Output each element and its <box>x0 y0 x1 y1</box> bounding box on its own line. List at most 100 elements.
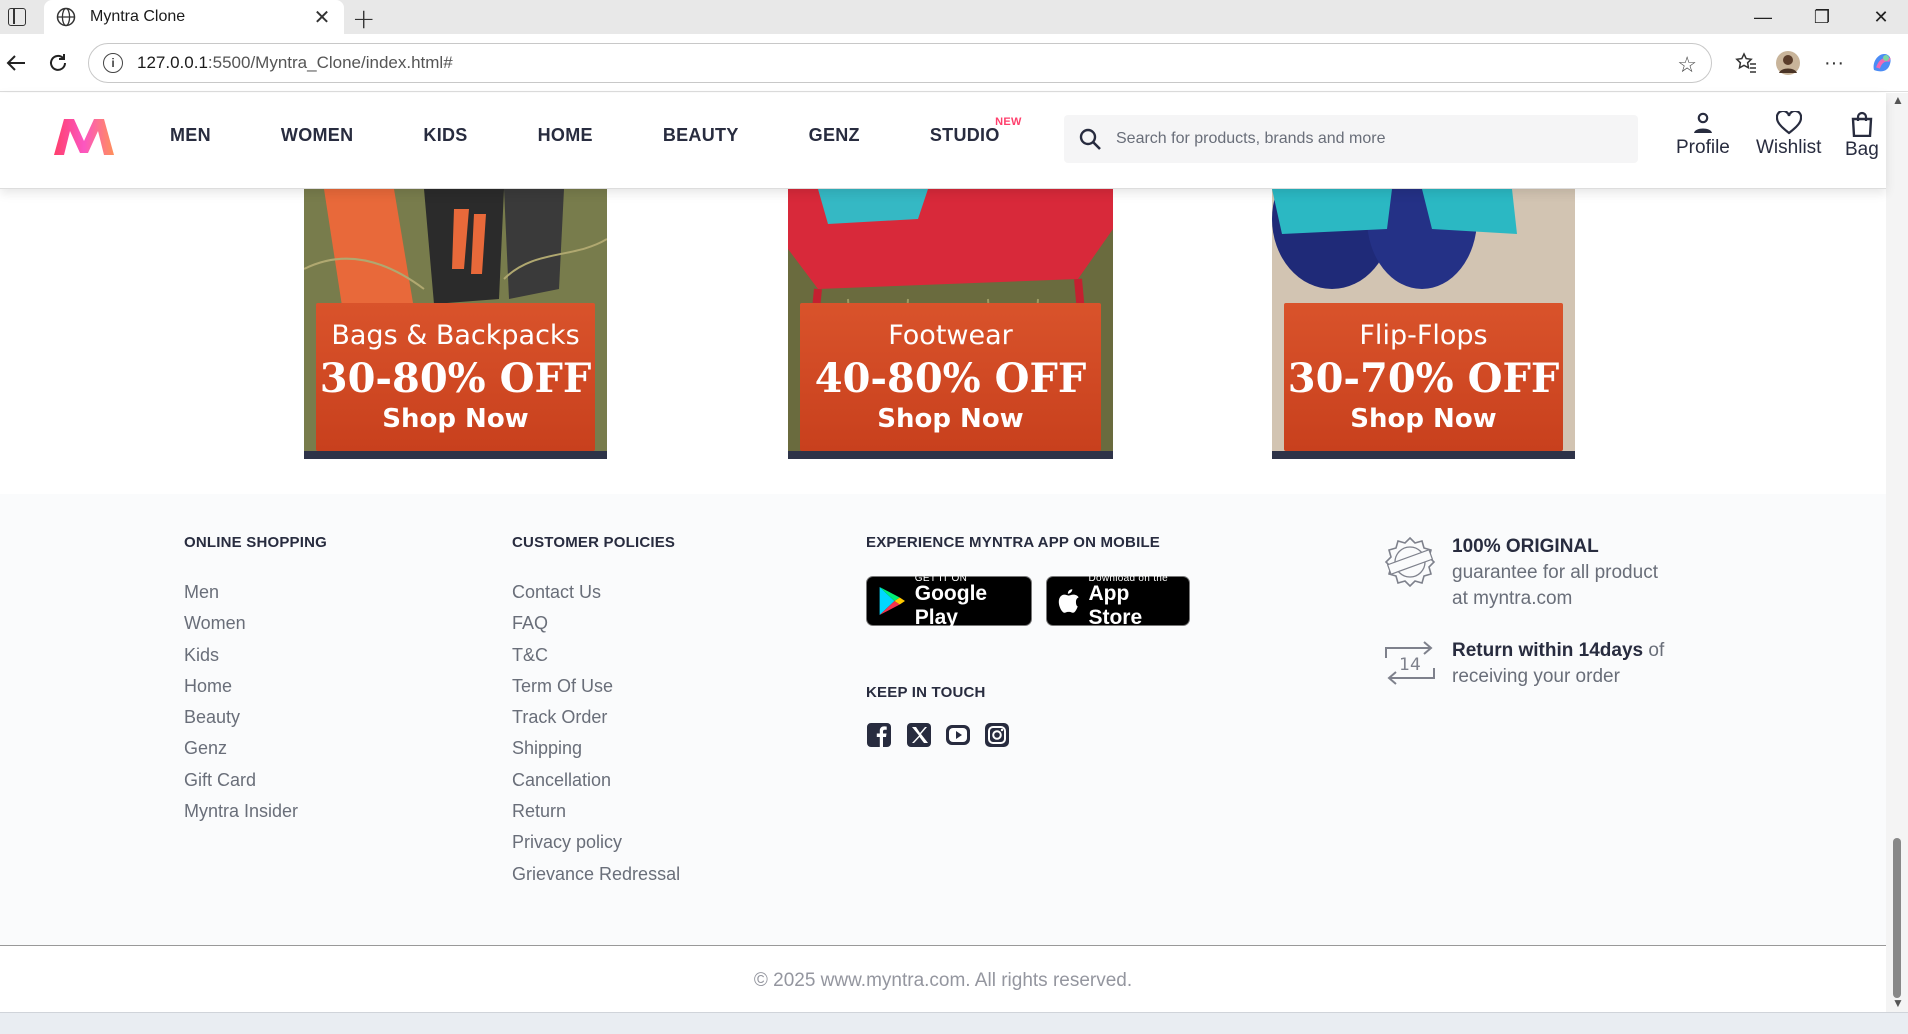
customer-policies-heading: CUSTOMER POLICIES <box>512 534 676 551</box>
youtube-icon[interactable] <box>945 722 971 748</box>
google-play-button[interactable]: GET IT ON Google Play <box>866 573 1032 629</box>
app-store-big: App Store <box>1088 581 1143 629</box>
footer-link-return[interactable]: Return <box>512 796 680 827</box>
menu-women[interactable]: WOMEN <box>281 125 354 146</box>
banner-title: Footwear <box>888 320 1013 351</box>
footer-link-privacy-policy[interactable]: Privacy policy <box>512 827 680 858</box>
heart-icon <box>1775 111 1802 135</box>
restore-icon[interactable]: ❐ <box>1795 0 1849 34</box>
footer-link-home[interactable]: Home <box>184 671 327 702</box>
menu-home[interactable]: HOME <box>538 125 593 146</box>
minimize-icon[interactable]: — <box>1736 0 1790 34</box>
offer-banners: Bags & Backpacks 30-80% OFF Shop Now Foo… <box>0 189 1886 494</box>
footer-link-track-order[interactable]: Track Order <box>512 702 680 733</box>
back-icon[interactable] <box>0 47 32 79</box>
bag-label: Bag <box>1845 139 1879 160</box>
footer-link-tnc[interactable]: T&C <box>512 640 680 671</box>
app-heading: EXPERIENCE MYNTRA APP ON MOBILE <box>866 534 1161 551</box>
footer-link-men[interactable]: Men <box>184 577 327 608</box>
search-input[interactable] <box>1116 130 1596 148</box>
shop-now-link[interactable]: Shop Now <box>1350 404 1496 434</box>
bag-icon <box>1851 111 1873 137</box>
banner-footwear[interactable]: Footwear 40-80% OFF Shop Now <box>788 189 1113 459</box>
menu-beauty[interactable]: BEAUTY <box>663 125 739 146</box>
banner-panel: Flip-Flops 30-70% OFF Shop Now <box>1284 303 1563 451</box>
banner-bags-backpacks[interactable]: Bags & Backpacks 30-80% OFF Shop Now <box>304 189 607 459</box>
online-shopping-heading: ONLINE SHOPPING <box>184 534 328 551</box>
scrollbar-thumb[interactable] <box>1893 838 1901 998</box>
shop-now-link[interactable]: Shop Now <box>877 404 1023 434</box>
user-avatar-icon[interactable] <box>1772 47 1804 79</box>
original-guarantee: 100% ORIGINAL guarantee for all product … <box>1380 534 1658 612</box>
instagram-icon[interactable] <box>984 722 1010 748</box>
footer-link-terms-of-use[interactable]: Term Of Use <box>512 671 680 702</box>
return-title: Return within 14days <box>1452 640 1644 661</box>
banner-panel: Footwear 40-80% OFF Shop Now <box>800 303 1101 451</box>
customer-policies-column: CUSTOMER POLICIES Contact Us FAQ T&C Ter… <box>512 534 680 890</box>
app-column: EXPERIENCE MYNTRA APP ON MOBILE GET IT O… <box>866 534 1286 794</box>
footer-link-gift-card[interactable]: Gift Card <box>184 765 327 796</box>
close-window-icon[interactable]: ✕ <box>1854 0 1908 34</box>
banner-offer: 30-80% OFF <box>319 355 592 402</box>
google-play-big: Google Play <box>914 581 988 629</box>
bag-button[interactable]: Bag <box>1845 111 1879 161</box>
x-icon[interactable] <box>906 722 932 748</box>
main-menu: MEN WOMEN KIDS HOME BEAUTY GENZ STUDIO NE… <box>170 116 1070 146</box>
profile-button[interactable]: Profile <box>1676 111 1730 159</box>
original-title: 100% ORIGINAL <box>1452 536 1599 557</box>
banner-offer: 40-80% OFF <box>814 355 1087 402</box>
menu-studio-label: STUDIO <box>929 125 1000 145</box>
footer-link-faq[interactable]: FAQ <box>512 608 680 639</box>
url-field[interactable]: i 127.0.0.1:5500/Myntra_Clone/index.html… <box>88 43 1712 83</box>
app-store-button[interactable]: Download on the App Store <box>1046 573 1190 629</box>
site-footer: ONLINE SHOPPING Men Women Kids Home Beau… <box>0 494 1886 947</box>
online-shopping-column: ONLINE SHOPPING Men Women Kids Home Beau… <box>184 534 327 827</box>
footer-link-women[interactable]: Women <box>184 608 327 639</box>
search-icon[interactable] <box>1078 127 1102 151</box>
more-icon[interactable]: ··· <box>1818 47 1850 79</box>
return-of: of <box>1648 640 1665 661</box>
myntra-logo-icon[interactable] <box>52 115 116 159</box>
keep-in-touch-heading: KEEP IN TOUCH <box>866 684 986 701</box>
shop-now-link[interactable]: Shop Now <box>382 404 528 434</box>
google-play-icon <box>879 586 906 616</box>
footer-link-myntra-insider[interactable]: Myntra Insider <box>184 796 327 827</box>
browser-tab[interactable]: Myntra Clone ✕ <box>44 0 344 34</box>
address-bar-row: i 127.0.0.1:5500/Myntra_Clone/index.html… <box>0 34 1908 92</box>
site-header: MEN WOMEN KIDS HOME BEAUTY GENZ STUDIO NE… <box>0 93 1886 189</box>
footer-link-shipping[interactable]: Shipping <box>512 733 680 764</box>
copyright-bar: © 2025 www.myntra.com. All rights reserv… <box>0 946 1886 1012</box>
return-14-days-icon: 14 <box>1385 641 1435 685</box>
wishlist-button[interactable]: Wishlist <box>1756 111 1821 159</box>
footer-link-cancellation[interactable]: Cancellation <box>512 765 680 796</box>
menu-kids[interactable]: KIDS <box>423 125 467 146</box>
footer-link-kids[interactable]: Kids <box>184 640 327 671</box>
copyright-text: © 2025 www.myntra.com. All rights reserv… <box>753 970 1133 991</box>
tab-actions-icon[interactable] <box>8 8 26 26</box>
vertical-scrollbar[interactable]: ▲ ▼ <box>1886 93 1908 1012</box>
favorites-icon[interactable] <box>1730 47 1762 79</box>
banner-panel: Bags & Backpacks 30-80% OFF Shop Now <box>316 303 595 451</box>
facebook-icon[interactable] <box>866 722 892 748</box>
footer-link-beauty[interactable]: Beauty <box>184 702 327 733</box>
menu-studio[interactable]: STUDIO NEW <box>929 116 1022 146</box>
menu-men[interactable]: MEN <box>170 125 211 146</box>
return-days-number: 14 <box>1399 655 1421 675</box>
return-policy: 14 Return within 14days of receiving you… <box>1380 638 1664 690</box>
favorite-star-icon[interactable]: ☆ <box>1677 52 1697 78</box>
footer-link-contact-us[interactable]: Contact Us <box>512 577 680 608</box>
scroll-up-icon[interactable]: ▲ <box>1892 93 1904 107</box>
menu-genz[interactable]: GENZ <box>809 125 860 146</box>
site-info-icon[interactable]: i <box>103 53 123 73</box>
footer-link-grievance-redressal[interactable]: Grievance Redressal <box>512 859 680 890</box>
return-line2: receiving your order <box>1452 666 1620 687</box>
new-tab-icon[interactable]: + <box>352 2 375 35</box>
scroll-down-icon[interactable]: ▼ <box>1892 996 1904 1010</box>
tab-title: Myntra Clone <box>90 8 186 25</box>
copilot-icon[interactable] <box>1866 47 1898 79</box>
reload-icon[interactable] <box>42 47 74 79</box>
footer-link-genz[interactable]: Genz <box>184 733 327 764</box>
browser-tabbar: Myntra Clone ✕ + — ❐ ✕ <box>0 0 1908 35</box>
banner-flip-flops[interactable]: Flip-Flops 30-70% OFF Shop Now <box>1272 189 1575 459</box>
close-tab-icon[interactable]: ✕ <box>312 5 332 30</box>
